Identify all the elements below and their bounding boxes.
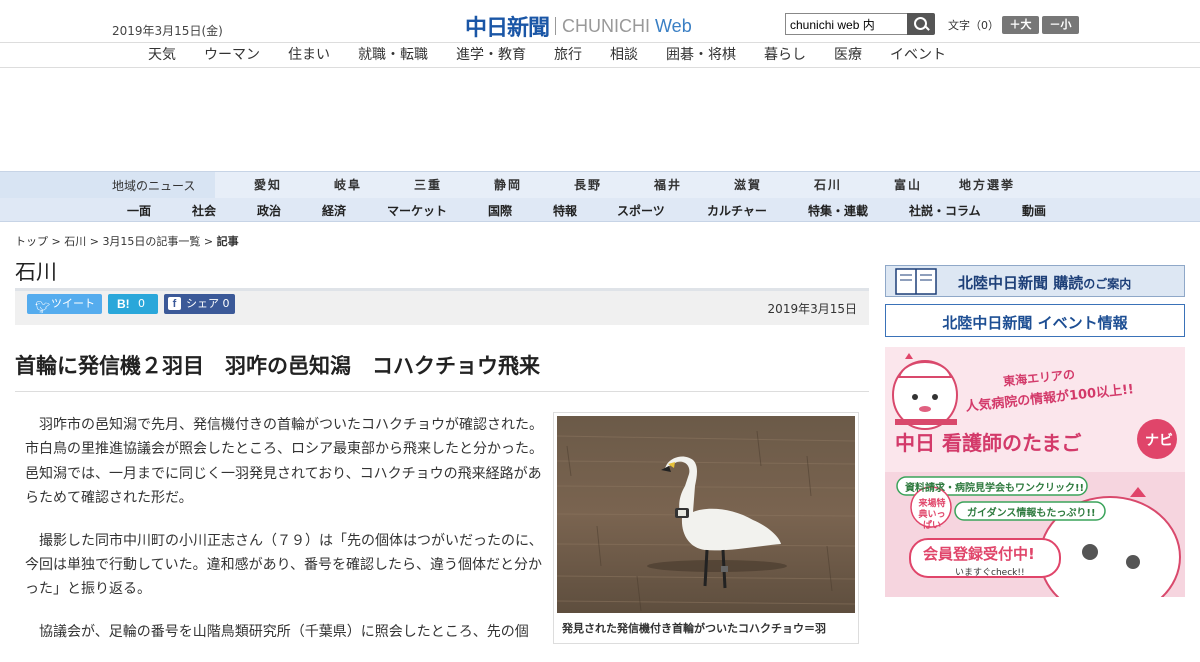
subscription-banner-label: 北陸中日新聞 購読のご案内 bbox=[958, 274, 1132, 292]
region-nav: 地域のニュース 愛知 岐阜 三重 静岡 長野 福井 滋賀 石川 富山 地方選挙 bbox=[0, 171, 1200, 199]
ad-line-3: 資料請求・病院見学会もワンクリック!! bbox=[905, 483, 1085, 494]
search-button[interactable] bbox=[907, 13, 935, 35]
text-size-increase-button[interactable]: ＋大 bbox=[1002, 16, 1039, 34]
article-date: 2019年3月15日 bbox=[767, 302, 857, 316]
ad-line-4: ガイダンス情報もたっぷり!! bbox=[967, 508, 1096, 519]
share-bar: 🐦︎ ツイート B! 0 f シェア 0 2019年3月15日 bbox=[15, 288, 869, 325]
region-item-mie[interactable]: 三重 bbox=[414, 176, 442, 193]
article-photo[interactable]: 発見された発信機付き首輪がついたコハクチョウ＝羽 bbox=[553, 412, 859, 644]
facebook-share-count: 0 bbox=[222, 297, 230, 310]
tweet-button[interactable]: 🐦︎ ツイート bbox=[27, 294, 102, 314]
ad-cta-sub: いますぐcheck!! bbox=[955, 568, 1025, 578]
life-nav-item-advice[interactable]: 相談 bbox=[610, 44, 638, 64]
life-nav-item-go-shogi[interactable]: 囲碁・将棋 bbox=[666, 44, 736, 64]
life-nav-item-woman[interactable]: ウーマン bbox=[204, 44, 260, 64]
region-item-shiga[interactable]: 滋賀 bbox=[734, 176, 762, 193]
ad-navi: ナビ bbox=[1145, 433, 1173, 449]
current-date: 2019年3月15日(金) bbox=[112, 24, 223, 38]
category-item-culture[interactable]: カルチャー bbox=[707, 202, 767, 219]
facebook-share-label: シェア 0 bbox=[186, 297, 230, 310]
logo-text-jp: 中日新聞 bbox=[465, 15, 550, 41]
life-nav-item-medical[interactable]: 医療 bbox=[834, 44, 862, 64]
region-nav-label: 地域のニュース bbox=[112, 179, 196, 193]
hatena-count: 0 bbox=[138, 297, 145, 310]
region-item-gifu[interactable]: 岐阜 bbox=[334, 176, 362, 193]
search-icon-handle bbox=[924, 25, 930, 31]
category-item-market[interactable]: マーケット bbox=[387, 202, 447, 219]
facebook-icon: f bbox=[168, 297, 181, 310]
ad-cta: 会員登録受付中! bbox=[923, 545, 1035, 563]
subscription-banner[interactable]: 北陸中日新聞 購読のご案内 bbox=[885, 265, 1185, 297]
site-search bbox=[785, 13, 935, 35]
breadcrumb-list[interactable]: 3月15日の記事一覧 bbox=[102, 235, 200, 248]
life-nav-item-housing[interactable]: 住まい bbox=[288, 44, 330, 64]
category-item-sports[interactable]: スポーツ bbox=[617, 202, 665, 219]
category-item-front[interactable]: 一面 bbox=[127, 202, 151, 219]
twitter-bird-icon: 🐦︎ bbox=[35, 300, 51, 314]
category-item-editorials[interactable]: 社説・コラム bbox=[909, 202, 981, 219]
top-header: 2019年3月15日(金) 中日新聞 CHUNICHI Web 文字（0） ＋大… bbox=[0, 0, 1200, 43]
article-paragraph: 撮影した同市中川町の小川正志さん（７９）は「先の個体はつがいだったのに、今回は単… bbox=[25, 532, 543, 598]
region-item-aichi[interactable]: 愛知 bbox=[254, 176, 282, 193]
hatena-bookmark-icon: B! bbox=[117, 297, 130, 311]
text-size-label: 文字（0） bbox=[948, 19, 999, 32]
region-item-toyama[interactable]: 富山 bbox=[894, 176, 922, 193]
breadcrumb-separator: > bbox=[200, 235, 217, 248]
category-item-video[interactable]: 動画 bbox=[1022, 202, 1046, 219]
region-nav-arrow bbox=[203, 172, 215, 198]
ad-badge: 来場特典いっぱい bbox=[918, 499, 946, 531]
breadcrumb: トップ > 石川 > 3月15日の記事一覧 > 記事 bbox=[15, 233, 239, 249]
tweet-label: ツイート bbox=[51, 297, 95, 310]
site-logo[interactable]: 中日新聞 CHUNICHI Web bbox=[465, 10, 692, 42]
ad-title: 中日 看護師のたまご bbox=[895, 431, 1082, 455]
swan-photo bbox=[557, 416, 855, 613]
photo-caption: 発見された発信機付き首輪がついたコハクチョウ＝羽 bbox=[562, 622, 826, 635]
life-nav-item-living[interactable]: 暮らし bbox=[764, 44, 806, 64]
life-nav-item-events[interactable]: イベント bbox=[890, 44, 946, 64]
article-paragraph: 羽咋市の邑知潟で先月、発信機付きの首輪がついたコハクチョウが確認された。市白鳥の… bbox=[25, 417, 543, 507]
life-nav-item-jobs[interactable]: 就職・転職 bbox=[358, 44, 428, 64]
logo-text-en: CHUNICHI bbox=[562, 15, 651, 36]
region-item-shizuoka[interactable]: 静岡 bbox=[494, 176, 522, 193]
category-nav: 一面 社会 政治 経済 マーケット 国際 特報 スポーツ カルチャー 特集・連載… bbox=[0, 198, 1200, 222]
breadcrumb-region[interactable]: 石川 bbox=[64, 235, 86, 248]
life-nav: 天気 ウーマン 住まい 就職・転職 進学・教育 旅行 相談 囲碁・将棋 暮らし … bbox=[0, 43, 1200, 68]
life-nav-item-education[interactable]: 進学・教育 bbox=[456, 44, 526, 64]
headline-divider bbox=[15, 391, 869, 392]
article-body: 羽咋市の邑知潟で先月、発信機付きの首輪がついたコハクチョウが確認された。市白鳥の… bbox=[25, 413, 545, 662]
breadcrumb-separator: > bbox=[86, 235, 103, 248]
section-title: 石川 bbox=[15, 260, 57, 284]
event-info-banner[interactable]: 北陸中日新聞 イベント情報 bbox=[885, 304, 1185, 337]
breadcrumb-separator: > bbox=[48, 235, 65, 248]
life-nav-item-travel[interactable]: 旅行 bbox=[554, 44, 582, 64]
logo-text-web: Web bbox=[655, 15, 692, 36]
facebook-share-button[interactable]: f シェア 0 bbox=[164, 294, 235, 314]
hatena-bookmark-button[interactable]: B! 0 bbox=[108, 294, 158, 314]
category-item-politics[interactable]: 政治 bbox=[257, 202, 281, 219]
article-headline: 首輪に発信機２羽目 羽咋の邑知潟 コハクチョウ飛来 bbox=[15, 354, 540, 378]
region-item-local-elections[interactable]: 地方選挙 bbox=[959, 176, 1015, 193]
region-item-ishikawa[interactable]: 石川 bbox=[814, 176, 842, 193]
event-info-banner-label: 北陸中日新聞 イベント情報 bbox=[942, 314, 1128, 332]
logo-divider bbox=[555, 17, 557, 35]
swan-image bbox=[557, 416, 855, 613]
ad-space-top bbox=[0, 68, 1200, 171]
article-paragraph: 協議会が、足輪の番号を山階鳥類研究所（千葉県）に照会したところ、先の個 bbox=[39, 623, 529, 640]
breadcrumb-current: 記事 bbox=[216, 235, 239, 248]
category-item-society[interactable]: 社会 bbox=[192, 202, 216, 219]
nurse-ad-banner[interactable]: 東海エリアの 人気病院の情報が100以上!! 中日 看護師のたまご ナビ 資料請… bbox=[885, 347, 1185, 597]
category-item-special-report[interactable]: 特報 bbox=[553, 202, 577, 219]
category-item-international[interactable]: 国際 bbox=[488, 202, 512, 219]
category-item-economy[interactable]: 経済 bbox=[322, 202, 346, 219]
region-item-nagano[interactable]: 長野 bbox=[574, 176, 602, 193]
region-item-fukui[interactable]: 福井 bbox=[654, 176, 682, 193]
life-nav-item-weather[interactable]: 天気 bbox=[148, 44, 176, 64]
search-input[interactable] bbox=[785, 13, 908, 35]
newspaper-book-icon bbox=[895, 268, 937, 295]
region-nav-header: 地域のニュース bbox=[0, 172, 215, 198]
category-item-features[interactable]: 特集・連載 bbox=[808, 202, 868, 219]
breadcrumb-top[interactable]: トップ bbox=[15, 235, 48, 248]
text-size-decrease-button[interactable]: －小 bbox=[1042, 16, 1079, 34]
